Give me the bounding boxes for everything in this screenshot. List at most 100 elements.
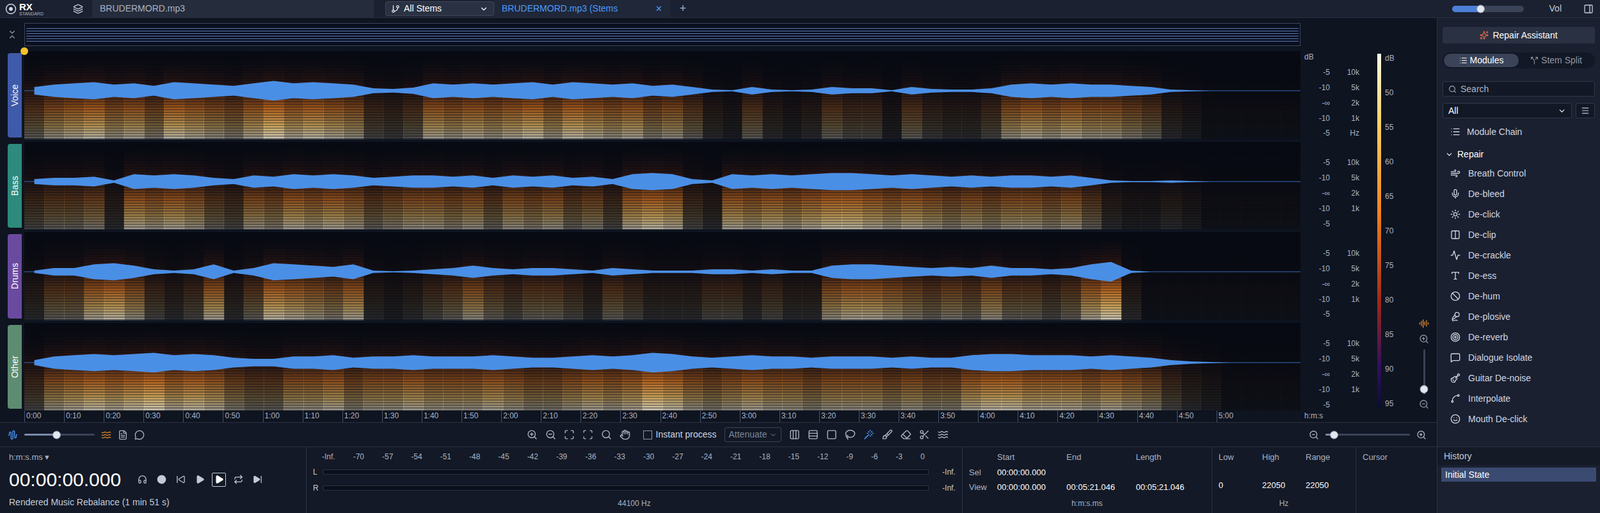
time-zoom-slider[interactable] bbox=[1325, 430, 1410, 440]
module-item[interactable]: De-click bbox=[1442, 204, 1595, 225]
play-button[interactable] bbox=[192, 472, 207, 488]
tool-icon[interactable] bbox=[937, 429, 949, 441]
tool-icon[interactable] bbox=[807, 429, 819, 441]
volume-slider[interactable] bbox=[1452, 4, 1524, 14]
waveform-zoom-slider[interactable] bbox=[24, 430, 95, 440]
tool-icon[interactable] bbox=[844, 429, 856, 441]
tool-icon[interactable] bbox=[619, 429, 631, 441]
tool-icon[interactable] bbox=[600, 429, 612, 441]
collapse-icon[interactable] bbox=[7, 29, 18, 40]
module-chain[interactable]: Module Chain bbox=[1442, 122, 1595, 142]
spectrogram[interactable] bbox=[24, 323, 1301, 412]
tool-icon[interactable] bbox=[526, 429, 538, 441]
module-item[interactable]: De-clip bbox=[1442, 224, 1595, 246]
frequency-value[interactable]: 22050 bbox=[1262, 479, 1306, 493]
waveform-view-icon[interactable] bbox=[7, 430, 18, 441]
selection-value[interactable]: 00:00:00.000 bbox=[997, 481, 1067, 495]
time-zoom-out-icon[interactable] bbox=[1308, 430, 1320, 441]
module-item[interactable]: De-bleed bbox=[1442, 183, 1595, 205]
frequency-value[interactable]: 22050 bbox=[1305, 479, 1350, 493]
module-item[interactable]: Mouth De-click bbox=[1442, 408, 1595, 430]
tool-icon[interactable] bbox=[545, 429, 557, 441]
waveform-toggle-icon[interactable] bbox=[1418, 318, 1430, 329]
filter-menu-button[interactable] bbox=[1575, 103, 1595, 119]
module-item[interactable]: Dialogue Isolate bbox=[1442, 347, 1595, 368]
spectrogram-view-icon[interactable] bbox=[101, 430, 112, 441]
playhead-marker[interactable] bbox=[20, 47, 29, 56]
tool-icon[interactable] bbox=[919, 429, 930, 441]
module-item[interactable]: De-ess bbox=[1442, 265, 1595, 287]
vertical-zoom-slider[interactable] bbox=[1419, 349, 1429, 395]
repair-assistant-button[interactable]: Repair Assistant bbox=[1442, 26, 1595, 44]
selection-value[interactable] bbox=[1066, 466, 1136, 480]
slider-knob[interactable] bbox=[1329, 430, 1339, 440]
stem-label[interactable]: Voice bbox=[7, 53, 22, 138]
module-group[interactable]: Repair bbox=[1442, 145, 1595, 164]
frequency-value[interactable]: 0 bbox=[1218, 479, 1263, 493]
waveform bbox=[34, 261, 1291, 282]
rewind-button[interactable] bbox=[173, 472, 188, 488]
time-format-select[interactable]: h:m:s.ms ▾ bbox=[8, 451, 297, 464]
module-item[interactable]: Guitar De-noise bbox=[1442, 368, 1595, 389]
meter-tick: -45 bbox=[497, 451, 509, 463]
module-item[interactable]: Interpolate bbox=[1442, 388, 1595, 409]
slider-knob[interactable] bbox=[1420, 385, 1429, 394]
record-button[interactable] bbox=[154, 472, 169, 488]
frequency-value[interactable] bbox=[1218, 466, 1263, 477]
panel-tab[interactable]: Stem Split bbox=[1518, 53, 1594, 68]
panel-tab[interactable]: Modules bbox=[1443, 53, 1519, 68]
module-item[interactable]: De-plosive bbox=[1442, 306, 1595, 328]
stem-label[interactable]: Bass bbox=[7, 144, 22, 229]
tool-icon[interactable] bbox=[881, 429, 893, 441]
stem-label[interactable]: Drums bbox=[7, 234, 22, 319]
zoom-in-icon[interactable] bbox=[1418, 334, 1430, 345]
checkbox[interactable] bbox=[643, 430, 653, 440]
stem-select[interactable]: All Stems bbox=[385, 1, 495, 16]
active-tab[interactable]: BRUDERMORD.mp3 (Stems✕ bbox=[494, 0, 671, 18]
module-item[interactable]: De-crackle bbox=[1442, 245, 1595, 266]
module-item[interactable]: De-hum bbox=[1442, 286, 1595, 307]
close-tab-button[interactable]: ✕ bbox=[655, 2, 663, 16]
frequency-value[interactable] bbox=[1305, 466, 1350, 477]
layers-icon[interactable] bbox=[72, 3, 84, 15]
selection-value[interactable] bbox=[1136, 466, 1206, 480]
spectrogram[interactable] bbox=[24, 51, 1301, 140]
selection-value[interactable]: 00:05:21.046 bbox=[1066, 481, 1136, 495]
stem-label[interactable]: Other bbox=[7, 325, 22, 410]
mode-select[interactable]: Attenuate bbox=[724, 427, 783, 443]
tool-icon[interactable] bbox=[826, 429, 838, 441]
tool-icon[interactable] bbox=[582, 429, 594, 441]
slider-knob[interactable] bbox=[1476, 4, 1485, 13]
module-filter[interactable]: All bbox=[1442, 103, 1572, 119]
tool-icon[interactable] bbox=[563, 429, 575, 441]
comment-icon[interactable] bbox=[134, 430, 145, 441]
module-search[interactable]: Search bbox=[1442, 81, 1595, 97]
time-zoom-in-icon[interactable] bbox=[1416, 430, 1427, 441]
loop-button[interactable] bbox=[231, 472, 246, 488]
status-text: Rendered Music Rebalance (1 min 51 s) bbox=[8, 496, 297, 510]
ruler-tick: 1:50 bbox=[461, 410, 502, 423]
slider-knob[interactable] bbox=[52, 430, 61, 440]
headphones-button[interactable] bbox=[135, 472, 150, 488]
spectrogram[interactable] bbox=[24, 142, 1301, 231]
add-tab-button[interactable]: + bbox=[670, 0, 696, 18]
history-item[interactable]: Initial State bbox=[1441, 467, 1597, 482]
instant-process-toggle[interactable]: Instant process bbox=[643, 428, 717, 442]
panel-icon[interactable] bbox=[1583, 3, 1594, 15]
play-to-end-button[interactable] bbox=[250, 472, 265, 488]
overview-strip[interactable] bbox=[24, 23, 1301, 47]
frequency-value[interactable] bbox=[1262, 466, 1306, 477]
tool-icon[interactable] bbox=[789, 429, 800, 441]
play-selection-button[interactable] bbox=[211, 472, 226, 488]
file-tab[interactable]: BRUDERMORD.mp3 bbox=[92, 0, 374, 18]
tool-icon[interactable] bbox=[863, 429, 875, 441]
tool-icon[interactable] bbox=[900, 429, 912, 441]
selection-value[interactable]: 00:00:00.000 bbox=[997, 466, 1067, 480]
module-item[interactable]: Breath Control bbox=[1442, 163, 1595, 184]
zoom-out-icon[interactable] bbox=[1418, 399, 1430, 410]
module-item[interactable]: De-reverb bbox=[1442, 327, 1595, 348]
notes-icon[interactable] bbox=[117, 430, 128, 441]
frequency-header: Low bbox=[1218, 451, 1263, 464]
spectrogram[interactable] bbox=[24, 232, 1301, 321]
selection-value[interactable]: 00:05:21.046 bbox=[1136, 481, 1206, 495]
